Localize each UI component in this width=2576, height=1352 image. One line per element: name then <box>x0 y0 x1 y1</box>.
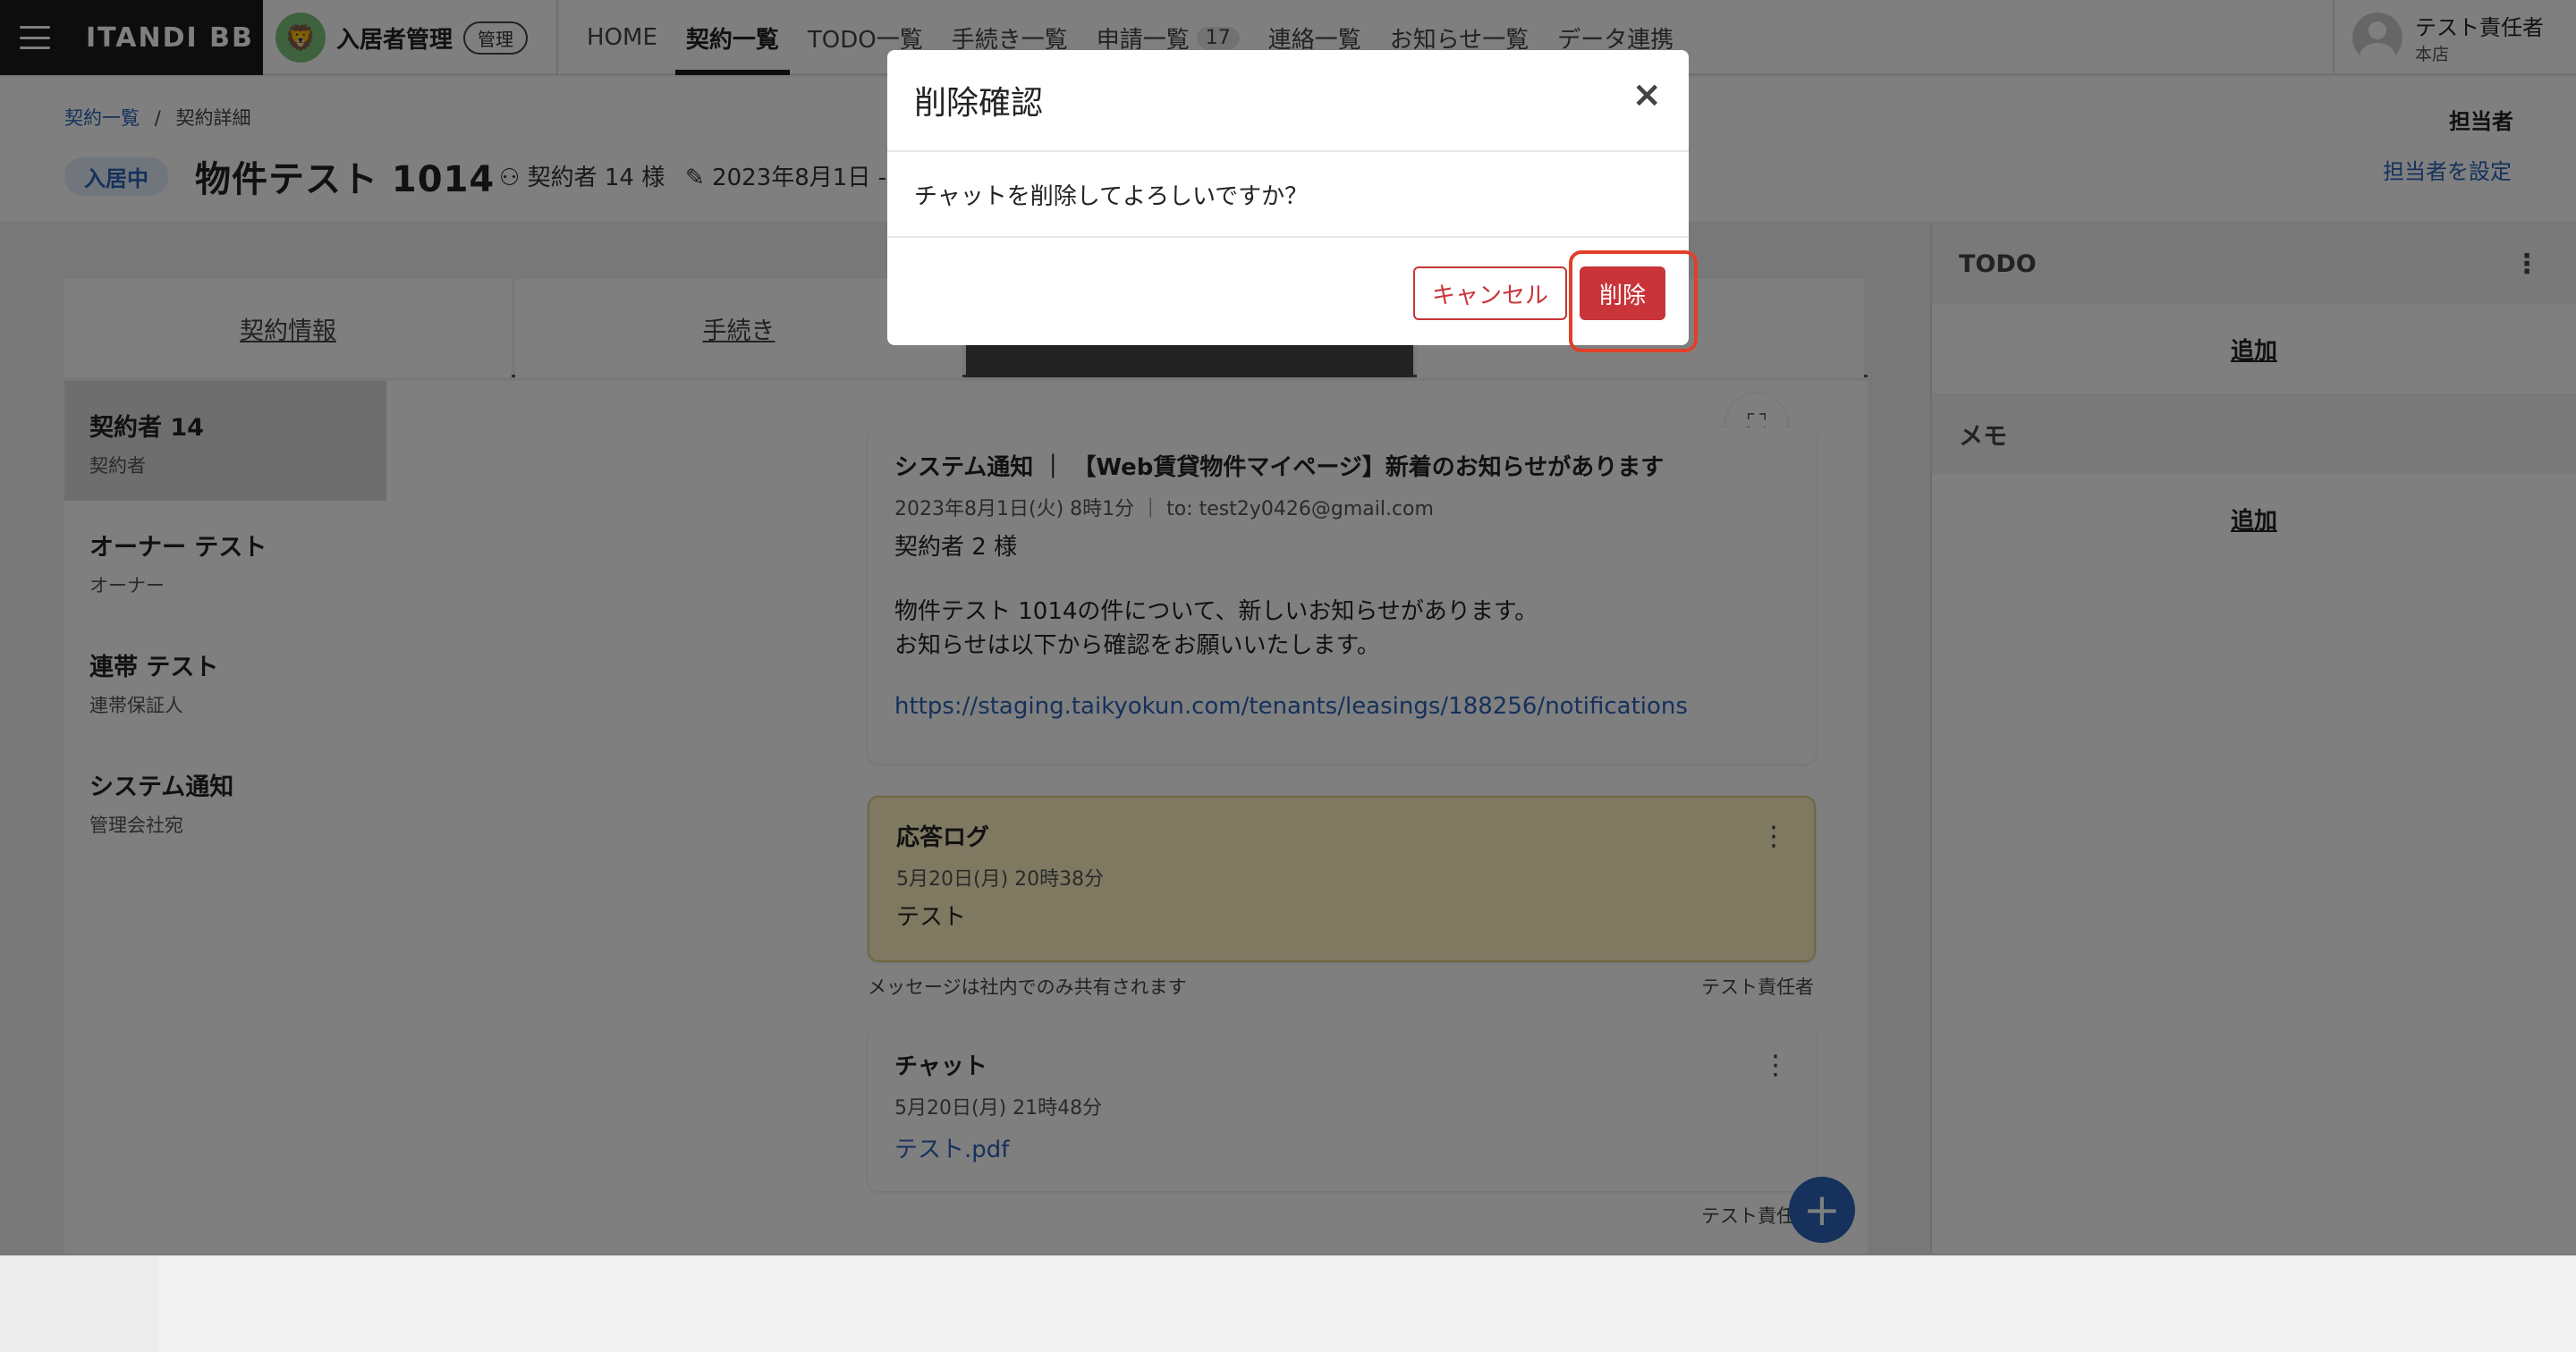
page: ITANDI BB 🦁 入居者管理 管理 HOME 契約一覧 TODO一覧 手続… <box>0 0 2576 1352</box>
modal-header: 削除確認 × <box>887 50 1689 152</box>
modal-title: 削除確認 <box>914 85 1044 122</box>
bottom-tab <box>0 1255 159 1352</box>
close-icon[interactable]: × <box>1631 77 1662 113</box>
modal-message: チャットを削除してよろしいですか？ <box>887 152 1689 238</box>
cancel-button[interactable]: キャンセル <box>1413 266 1567 320</box>
bottom-area <box>0 1255 2576 1352</box>
delete-button-highlight <box>1569 250 1698 352</box>
